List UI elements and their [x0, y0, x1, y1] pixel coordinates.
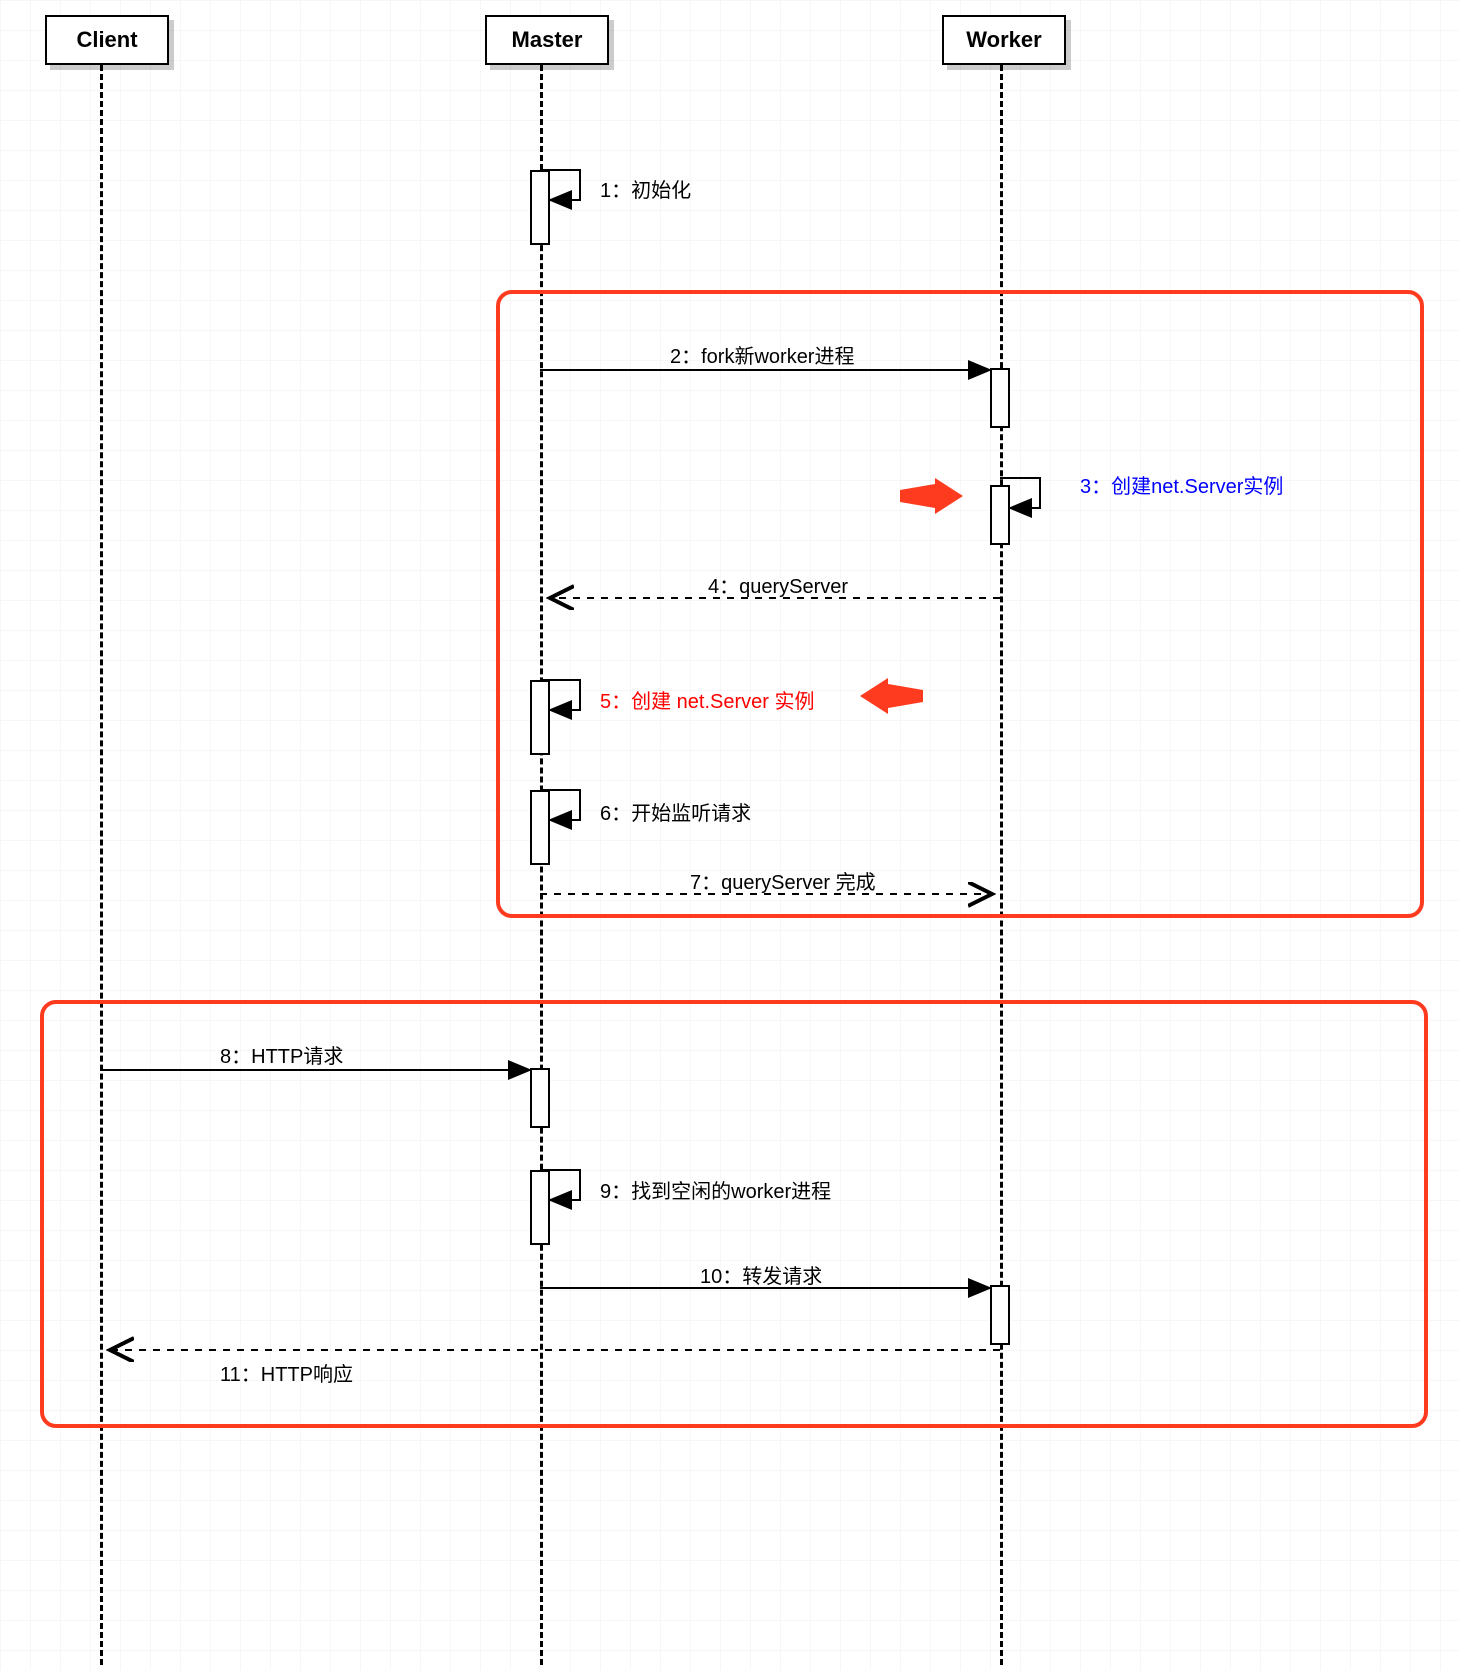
activation-master-netserver — [530, 680, 550, 755]
activation-master-init — [530, 170, 550, 245]
activation-worker-fork — [990, 368, 1010, 428]
activation-master-listen — [530, 790, 550, 865]
label-m9: 9：找到空闲的worker进程 — [600, 1175, 831, 1204]
annotation-arrow-left — [858, 678, 928, 718]
participant-client: Client — [45, 15, 169, 65]
label-m7: 7：queryServer 完成 — [690, 866, 876, 895]
participant-worker: Worker — [942, 15, 1066, 65]
label-m1: 1：初始化 — [600, 174, 691, 203]
label-m4: 4：queryServer — [708, 570, 848, 599]
annotation-arrow-right — [895, 478, 965, 518]
label-m11: 11：HTTP响应 — [220, 1358, 353, 1387]
activation-master-http — [530, 1068, 550, 1128]
label-m3: 3：创建net.Server实例 — [1080, 470, 1283, 499]
sequence-diagram: Client Master Worker 1：初始化 2：fork新worker… — [0, 0, 1460, 1670]
activation-worker-netserver — [990, 485, 1010, 545]
label-m5: 5：创建 net.Server 实例 — [600, 685, 815, 714]
label-m10: 10：转发请求 — [700, 1260, 822, 1289]
label-m2: 2：fork新worker进程 — [670, 340, 854, 369]
label-m6: 6：开始监听请求 — [600, 797, 751, 826]
participant-master: Master — [485, 15, 609, 65]
activation-master-findworker — [530, 1170, 550, 1245]
activation-worker-forward — [990, 1285, 1010, 1345]
label-m8: 8：HTTP请求 — [220, 1040, 343, 1069]
